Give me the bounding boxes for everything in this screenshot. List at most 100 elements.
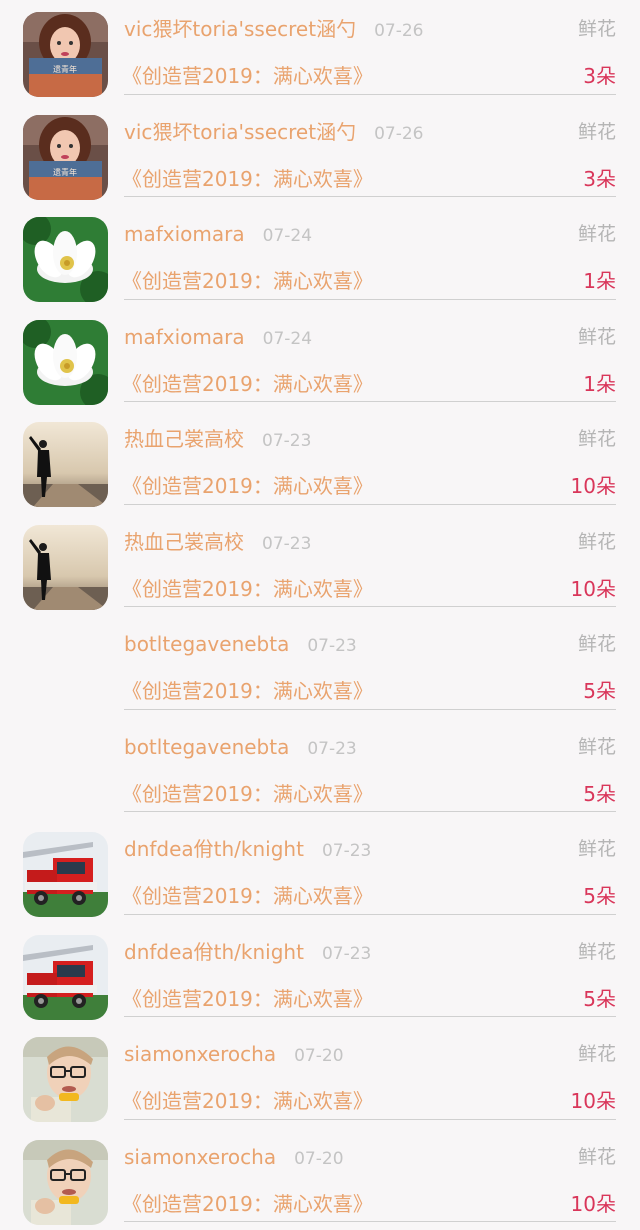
gift-record-row[interactable]: mafxiomara 07-24 鲜花《创造营2019：满心欢喜》 1朵 — [0, 308, 640, 411]
sender-name[interactable]: vic猥坏toria'ssecret涵勺 — [124, 120, 356, 144]
gift-type-label: 鲜花 — [578, 732, 616, 762]
user-avatar[interactable] — [23, 320, 108, 405]
album-title-link[interactable]: 《创造营2019：满心欢喜》 — [122, 164, 373, 194]
gift-type-label: 鲜花 — [578, 322, 616, 352]
gift-date: 07-23 — [262, 534, 311, 554]
sender-line: botltegavenebta07-23 — [124, 629, 357, 661]
sender-name[interactable]: 热血己裳高校 — [124, 427, 244, 451]
sender-name[interactable]: mafxiomara — [124, 325, 245, 349]
sender-name[interactable]: dnfdea佾th/knight — [124, 837, 304, 861]
gift-date: 07-24 — [263, 226, 312, 246]
gift-type-label: 鲜花 — [578, 629, 616, 659]
row-divider — [124, 504, 616, 505]
gift-date: 07-23 — [262, 431, 311, 451]
album-title-link[interactable]: 《创造营2019：满心欢喜》 — [122, 1189, 373, 1219]
gift-count: 1朵 — [583, 369, 616, 399]
gift-record-row[interactable]: 热血己裳高校 07-23 鲜花《创造营2019：满心欢喜》 10朵 — [0, 410, 640, 513]
user-avatar[interactable] — [23, 627, 108, 712]
sender-line: siamonxerocha 07-20 — [124, 1142, 344, 1174]
gift-record-row[interactable]: 热血己裳高校 07-23 鲜花《创造营2019：满心欢喜》 10朵 — [0, 513, 640, 616]
album-title-link[interactable]: 《创造营2019：满心欢喜》 — [122, 984, 373, 1014]
album-title-link[interactable]: 《创造营2019：满心欢喜》 — [122, 61, 373, 91]
row-divider — [124, 299, 616, 300]
gift-date: 07-20 — [294, 1149, 343, 1169]
gift-type-label: 鲜花 — [578, 219, 616, 249]
album-title-link[interactable]: 《创造营2019：满心欢喜》 — [122, 1086, 373, 1116]
gift-record-row[interactable]: 遗青年 vic猥坏toria'ssecret涵勺 07-26 鲜花《创造营2019：… — [0, 0, 640, 103]
user-avatar[interactable]: 遗青年 — [23, 12, 108, 97]
gift-type-label: 鲜花 — [578, 117, 616, 147]
sender-line: dnfdea佾th/knight 07-23 — [124, 937, 371, 969]
album-title-link[interactable]: 《创造营2019：满心欢喜》 — [122, 676, 373, 706]
row-divider — [124, 811, 616, 812]
user-avatar[interactable] — [23, 525, 108, 610]
sender-name[interactable]: botltegavenebta — [124, 632, 289, 656]
row-divider — [124, 709, 616, 710]
sender-name[interactable]: 热血己裳高校 — [124, 530, 244, 554]
sender-line: siamonxerocha07-20 — [124, 1039, 344, 1071]
gift-record-row[interactable]: dnfdea佾th/knight 07-23 鲜花《创造营2019：满心欢喜》 5朵 — [0, 820, 640, 923]
gift-type-label: 鲜花 — [578, 937, 616, 967]
sender-name[interactable]: siamonxerocha — [124, 1145, 276, 1169]
gift-count: 1朵 — [583, 266, 616, 296]
sender-name[interactable]: siamonxerocha — [124, 1042, 276, 1066]
gift-type-label: 鲜花 — [578, 14, 616, 44]
gift-count: 10朵 — [571, 574, 616, 604]
gift-date: 07-23 — [322, 841, 371, 861]
user-avatar[interactable] — [23, 935, 108, 1020]
row-divider — [124, 401, 616, 402]
album-title-link[interactable]: 《创造营2019：满心欢喜》 — [122, 471, 373, 501]
row-divider — [124, 94, 616, 95]
sender-line: dnfdea佾th/knight 07-23 — [124, 834, 371, 866]
gift-record-row[interactable]: 遗青年 vic猥坏toria'ssecret涵勺 07-26 鲜花《创造营2019：… — [0, 103, 640, 206]
gift-count: 5朵 — [583, 676, 616, 706]
gift-record-row[interactable]: siamonxerocha07-20 鲜花《创造营2019：满心欢喜》 10朵 — [0, 1025, 640, 1128]
user-avatar[interactable] — [23, 832, 108, 917]
gift-record-row[interactable]: botltegavenebta 07-23 鲜花《创造营2019：满心欢喜》 5朵 — [0, 718, 640, 821]
sender-name[interactable]: vic猥坏toria'ssecret涵勺 — [124, 17, 356, 41]
album-title-link[interactable]: 《创造营2019：满心欢喜》 — [122, 881, 373, 911]
gift-record-list: 遗青年 vic猥坏toria'ssecret涵勺07-26鲜花《创造营2019：… — [0, 0, 640, 1230]
row-divider — [124, 1221, 616, 1222]
user-avatar[interactable] — [23, 730, 108, 815]
gift-type-label: 鲜花 — [578, 834, 616, 864]
sender-name[interactable]: mafxiomara — [124, 222, 245, 246]
sender-line: mafxiomara 07-24 — [124, 219, 312, 251]
gift-count: 5朵 — [583, 881, 616, 911]
user-avatar[interactable] — [23, 1037, 108, 1122]
sender-line: botltegavenebta 07-23 — [124, 732, 357, 764]
user-avatar[interactable] — [23, 422, 108, 507]
gift-record-row[interactable]: mafxiomara 07-24 鲜花《创造营2019：满心欢喜》 1朵 — [0, 205, 640, 308]
user-avatar[interactable] — [23, 217, 108, 302]
row-divider — [124, 196, 616, 197]
gift-date: 07-24 — [263, 329, 312, 349]
album-title-link[interactable]: 《创造营2019：满心欢喜》 — [122, 369, 373, 399]
gift-count: 3朵 — [583, 61, 616, 91]
gift-date: 07-23 — [322, 944, 371, 964]
sender-line: 热血己裳高校 07-23 — [124, 424, 311, 456]
gift-count: 5朵 — [583, 779, 616, 809]
gift-type-label: 鲜花 — [578, 1039, 616, 1069]
gift-count: 10朵 — [571, 471, 616, 501]
gift-record-row[interactable]: botltegavenebta07-23 鲜花《创造营2019：满心欢喜》 5朵 — [0, 615, 640, 718]
user-avatar[interactable]: 遗青年 — [23, 115, 108, 200]
row-divider — [124, 1119, 616, 1120]
gift-date: 07-26 — [374, 124, 423, 144]
gift-date: 07-23 — [307, 739, 356, 759]
gift-type-label: 鲜花 — [578, 424, 616, 454]
gift-type-label: 鲜花 — [578, 527, 616, 557]
avatar-overlay-text: 遗青年 — [53, 64, 77, 74]
album-title-link[interactable]: 《创造营2019：满心欢喜》 — [122, 779, 373, 809]
gift-record-row[interactable]: dnfdea佾th/knight07-23鲜花《创造营2019：满心欢喜》5朵 — [0, 923, 640, 1026]
album-title-link[interactable]: 《创造营2019：满心欢喜》 — [122, 266, 373, 296]
gift-count: 10朵 — [571, 1086, 616, 1116]
gift-record-row[interactable]: siamonxerocha07-20鲜花《创造营2019：满心欢喜》10朵 — [0, 1128, 640, 1230]
sender-name[interactable]: dnfdea佾th/knight — [124, 940, 304, 964]
sender-name[interactable]: botltegavenebta — [124, 735, 289, 759]
gift-date: 07-26 — [374, 21, 423, 41]
sender-line: 热血己裳高校 07-23 — [124, 527, 311, 559]
user-avatar[interactable] — [23, 1140, 108, 1225]
row-divider — [124, 606, 616, 607]
sender-line: mafxiomara 07-24 — [124, 322, 312, 354]
album-title-link[interactable]: 《创造营2019：满心欢喜》 — [122, 574, 373, 604]
